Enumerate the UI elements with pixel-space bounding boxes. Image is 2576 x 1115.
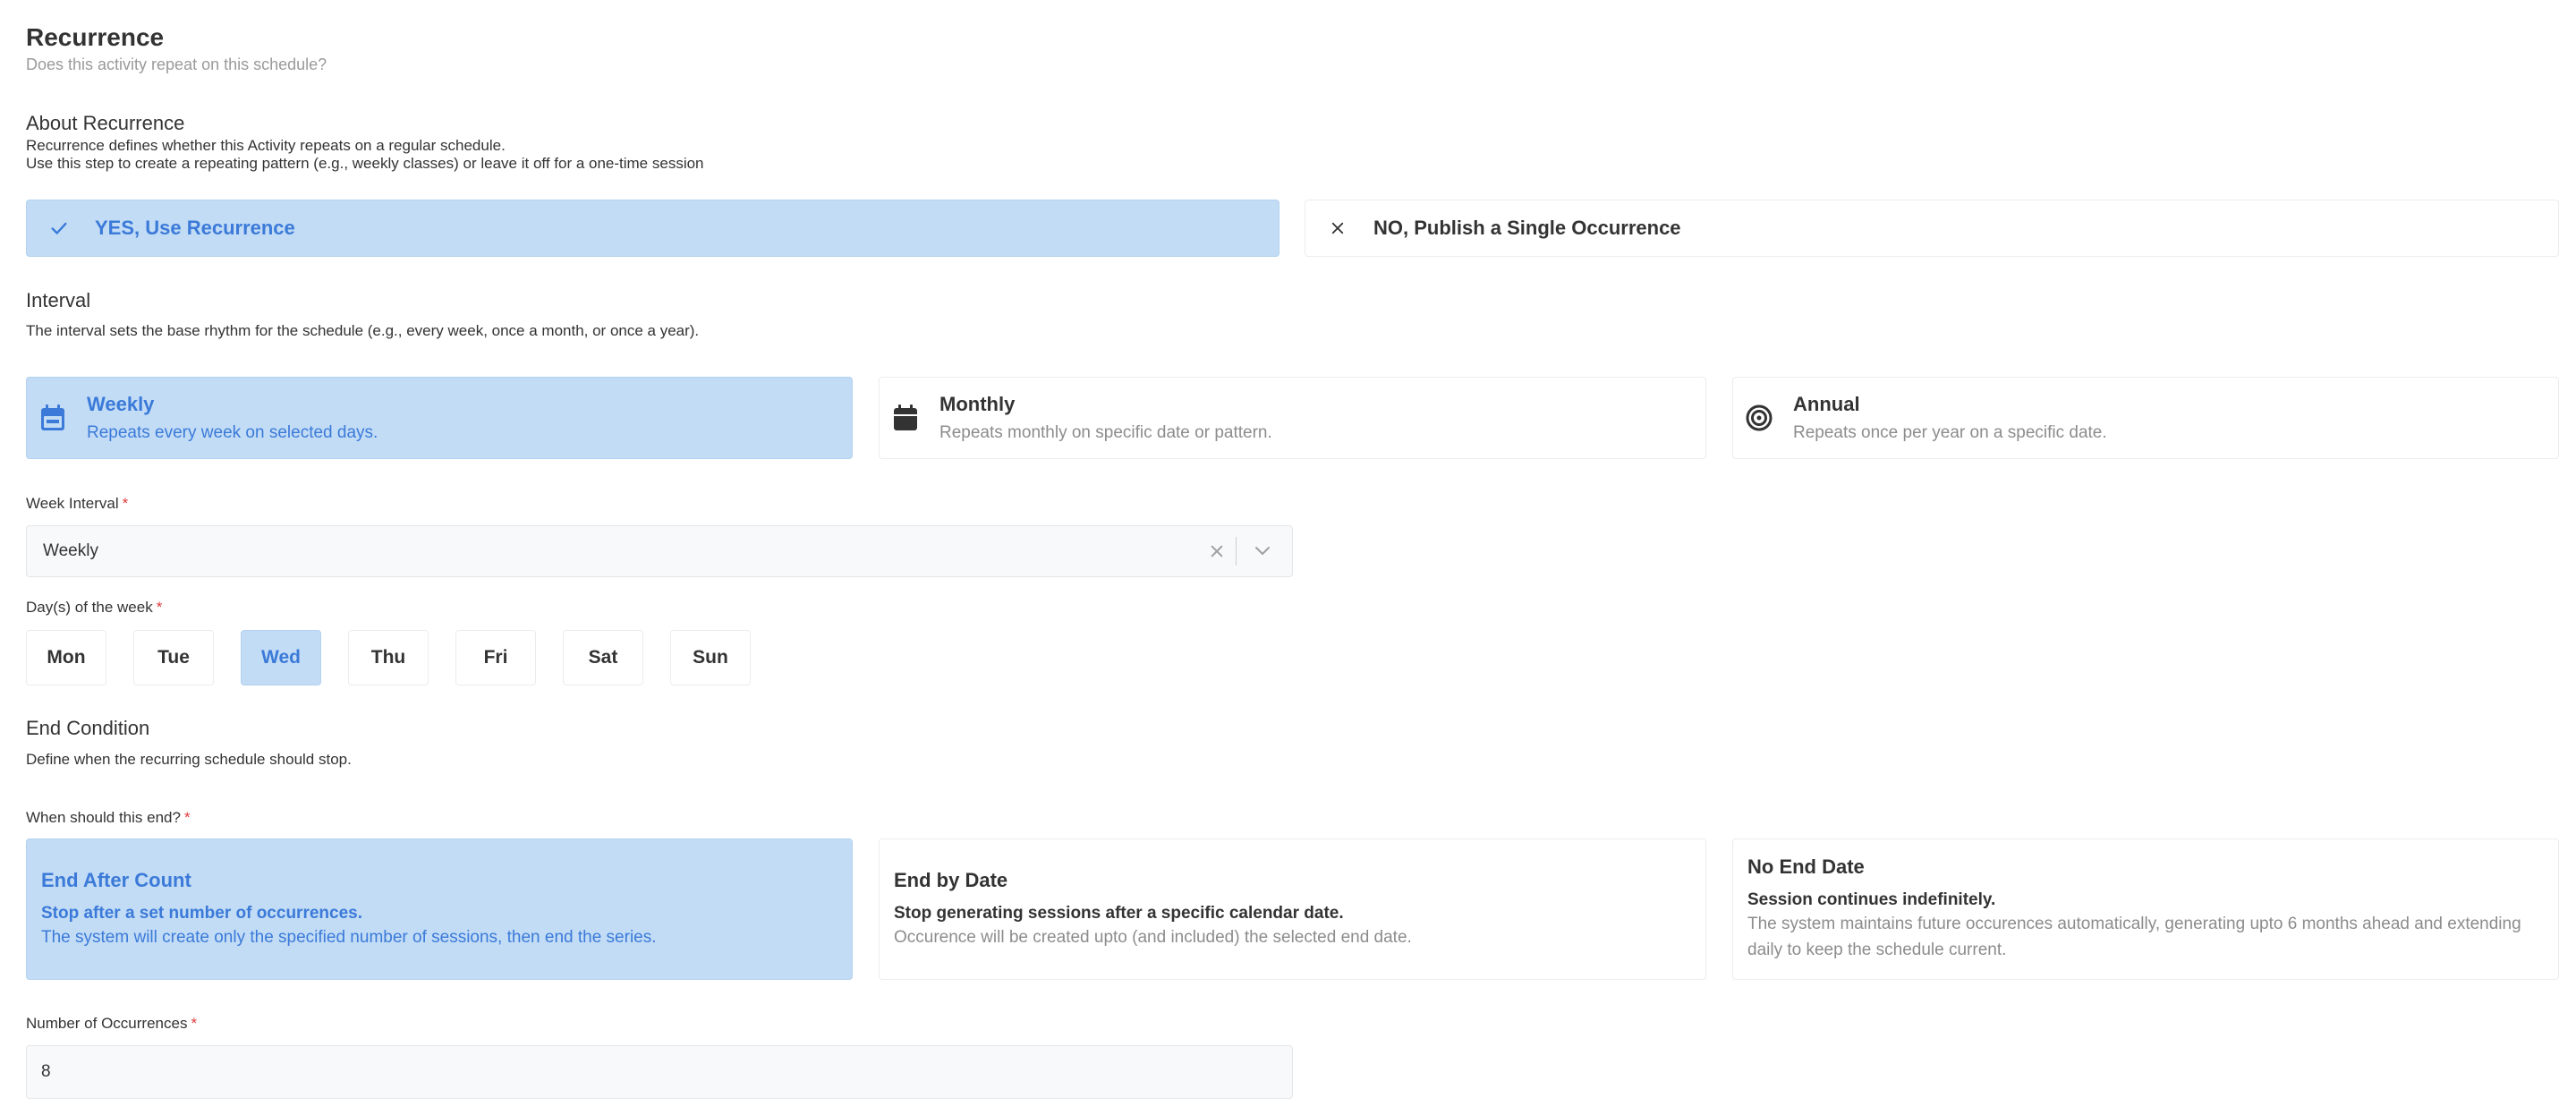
calendar-icon [890,403,921,433]
end-condition-title: End Condition [26,717,150,739]
end-option-description: The system maintains future occurences a… [1747,915,2521,959]
end-option-by-date[interactable]: End by Date Stop generating sessions aft… [879,838,1706,980]
interval-option-description: Repeats once per year on a specific date… [1793,423,2107,442]
page-title: Recurrence [26,23,165,51]
week-interval-value: Weekly [43,541,98,560]
close-icon [1327,217,1348,239]
interval-option-title: Monthly [939,393,1016,415]
interval-title: Interval [26,289,91,311]
end-option-summary: Stop generating sessions after a specifi… [894,904,1344,923]
yes-label: YES, Use Recurrence [95,217,295,239]
day-button-wed[interactable]: Wed [241,630,321,685]
no-single-occurrence-button[interactable]: NO, Publish a Single Occurrence [1305,200,2559,257]
week-interval-select[interactable]: Weekly [26,525,1293,577]
occurrences-label: Number of Occurrences * [26,1015,198,1032]
about-title: About Recurrence [26,112,185,134]
target-icon [1744,403,1774,433]
page-subtitle: Does this activity repeat on this schedu… [26,55,327,73]
day-button-thu[interactable]: Thu [348,630,429,685]
days-of-week-label: Day(s) of the week * [26,599,163,616]
day-button-sat[interactable]: Sat [563,630,643,685]
interval-option-description: Repeats monthly on specific date or patt… [939,423,1272,442]
required-mark: * [122,495,129,512]
no-label: NO, Publish a Single Occurrence [1373,217,1681,239]
week-interval-label: Week Interval * [26,495,129,512]
day-button-tue[interactable]: Tue [133,630,214,685]
calendar-icon [38,403,68,433]
required-mark: * [183,809,191,826]
occurrences-input[interactable]: 8 [26,1045,1293,1099]
interval-option-title: Weekly [87,393,155,415]
end-option-description: Occurence will be created upto (and incl… [894,928,1412,947]
check-icon [48,217,70,239]
interval-option-monthly[interactable]: Monthly Repeats monthly on specific date… [879,377,1706,459]
interval-option-description: Repeats every week on selected days. [87,423,378,442]
interval-option-title: Annual [1793,393,1860,415]
end-option-after-count[interactable]: End After Count Stop after a set number … [26,838,853,980]
clear-icon[interactable] [1203,538,1230,565]
interval-option-weekly[interactable]: Weekly Repeats every week on selected da… [26,377,853,459]
interval-description: The interval sets the base rhythm for th… [26,322,700,339]
day-button-sun[interactable]: Sun [670,630,751,685]
end-option-summary: Stop after a set number of occurrences. [41,904,362,923]
occurrences-value: 8 [41,1062,51,1081]
end-option-title: No End Date [1747,855,1865,878]
required-mark: * [191,1015,198,1032]
day-button-fri[interactable]: Fri [455,630,536,685]
end-question-label: When should this end? * [26,809,191,826]
interval-option-annual[interactable]: Annual Repeats once per year on a specif… [1732,377,2559,459]
chevron-down-icon[interactable] [1249,538,1276,565]
select-divider [1236,537,1237,566]
yes-use-recurrence-button[interactable]: YES, Use Recurrence [26,200,1279,257]
end-option-summary: Session continues indefinitely. [1747,890,1996,909]
day-button-mon[interactable]: Mon [26,630,106,685]
end-option-title: End by Date [894,869,1008,891]
about-description-1: Recurrence defines whether this Activity… [26,137,506,154]
end-condition-description: Define when the recurring schedule shoul… [26,751,352,768]
end-option-description: The system will create only the specifie… [41,928,657,947]
required-mark: * [156,599,163,616]
about-description-2: Use this step to create a repeating patt… [26,155,704,172]
end-option-title: End After Count [41,869,191,891]
end-option-no-end-date[interactable]: No End Date Session continues indefinite… [1732,838,2559,980]
